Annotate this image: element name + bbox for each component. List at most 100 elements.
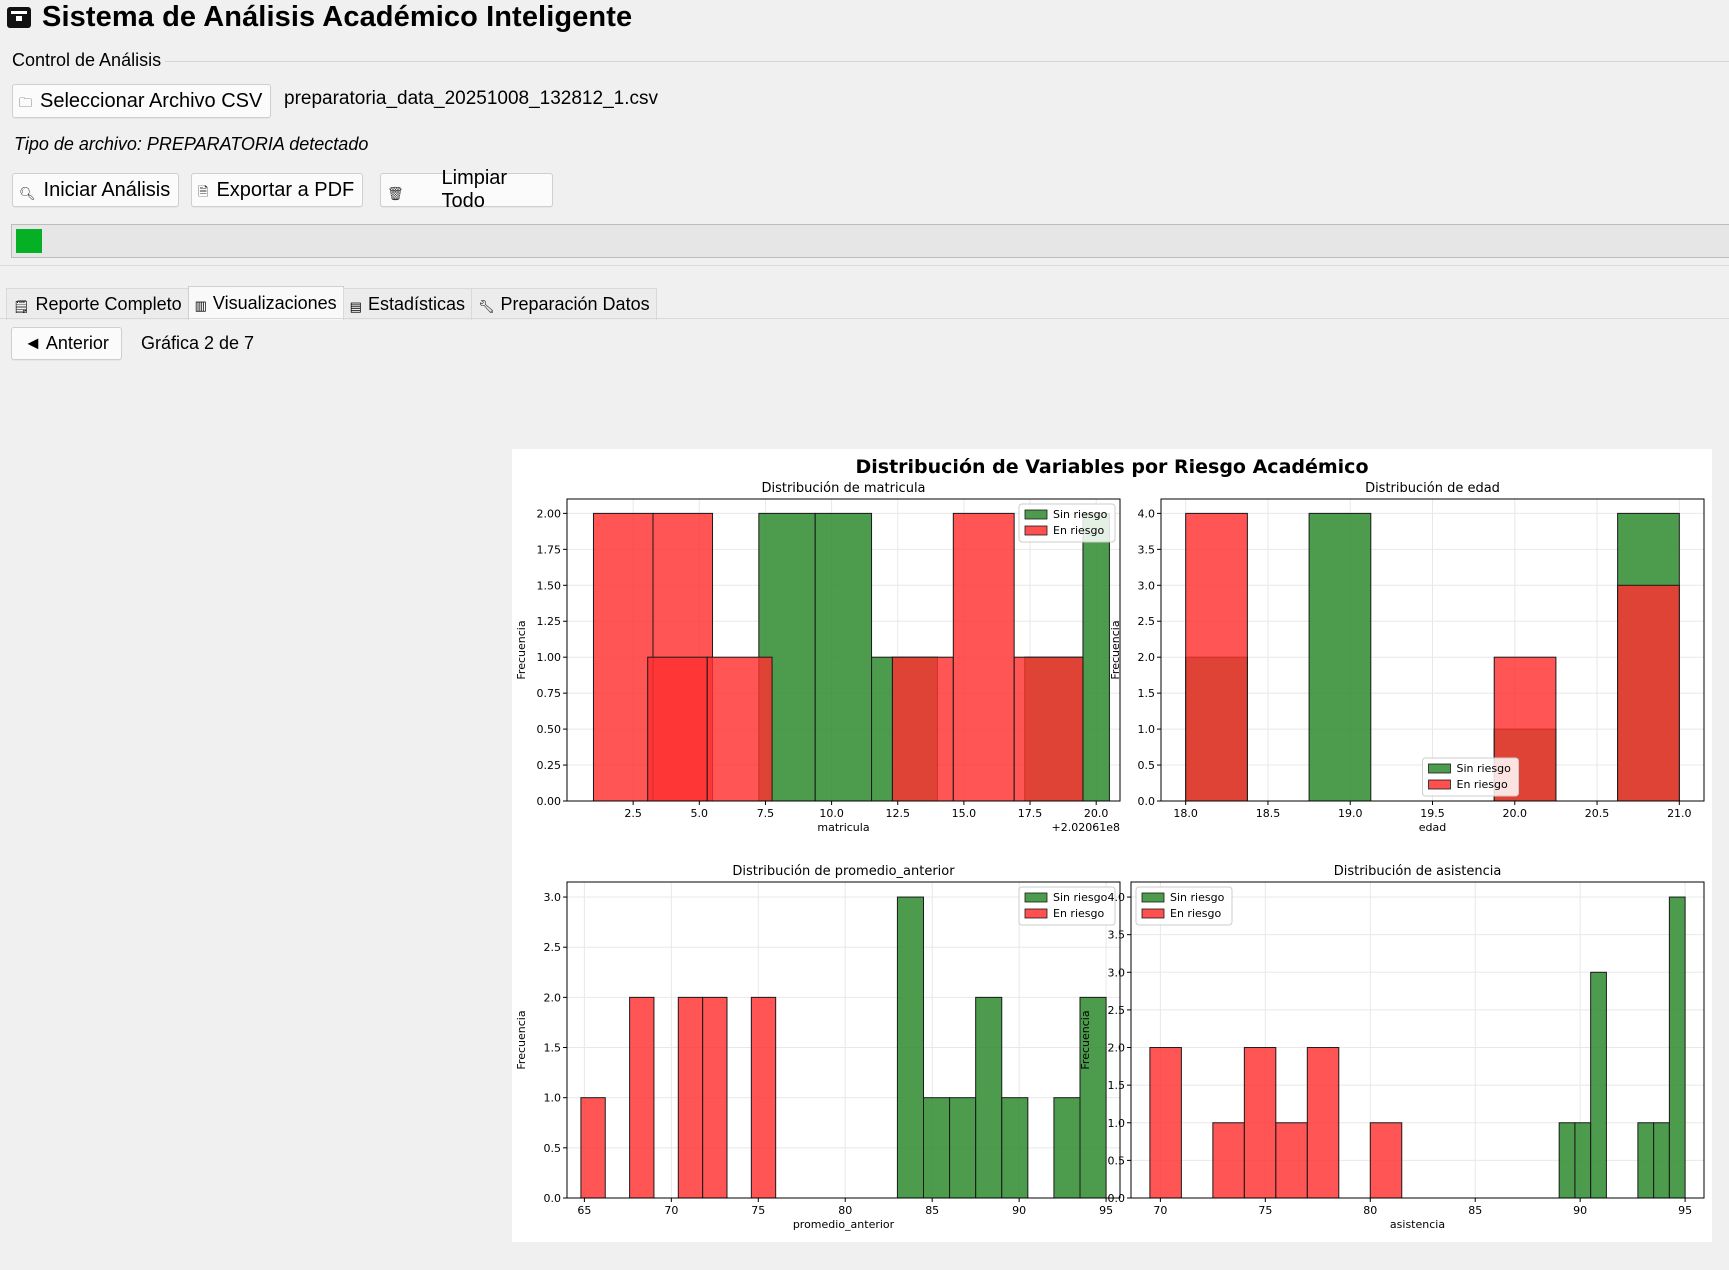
x-tick-label: 75 <box>1258 1204 1272 1217</box>
x-tick-label: 65 <box>577 1204 591 1217</box>
y-tick-label: 1.25 <box>537 615 562 628</box>
histogram-bar <box>1668 896 1686 1199</box>
export-pdf-button[interactable]: 🗎 Exportar a PDF <box>191 173 364 207</box>
subplot-title: Distribución de matricula <box>761 481 925 496</box>
histogram-bar <box>1212 1122 1245 1199</box>
x-tick-label: 90 <box>1573 1204 1587 1217</box>
y-axis-label: Frecuencia <box>515 620 528 679</box>
tab-label: Visualizaciones <box>212 293 337 313</box>
chart-page-indicator: Gráfica 2 de 7 <box>141 333 255 353</box>
x-tick-label: 2.5 <box>624 807 642 820</box>
tab-visualizaciones[interactable]: ▥ Visualizaciones <box>187 286 344 320</box>
subplot-4: 70 75 80 85 90 950.00.51.01.52.02.53.03.54.0D… <box>1079 864 1705 1231</box>
histogram-bar <box>1082 512 1110 802</box>
x-tick-label: 18.0 <box>1173 807 1198 820</box>
x-tick-label: 15.0 <box>952 807 977 820</box>
legend-swatch <box>1428 779 1451 790</box>
y-tick-label: 3.5 <box>1108 929 1126 942</box>
histogram-bar <box>1590 971 1607 1199</box>
app-box-icon <box>7 7 31 28</box>
legend-swatch <box>1141 892 1165 903</box>
y-tick-label: 3.0 <box>1138 579 1156 592</box>
tab-preparacion-datos[interactable]: 🔧︎ Preparación Datos <box>470 288 657 320</box>
histogram-bar <box>1574 1122 1592 1199</box>
start-analysis-button[interactable]: 🔍︎ Iniciar Análisis <box>12 173 180 207</box>
legend-label: Sin riesgo <box>1170 891 1225 904</box>
x-tick-label: 95 <box>1099 1204 1113 1217</box>
x-tick-label: 95 <box>1678 1204 1692 1217</box>
section-divider <box>0 265 1729 266</box>
x-tick-label: 70 <box>1153 1204 1167 1217</box>
y-tick-label: 1.50 <box>537 579 562 592</box>
histogram-bar <box>629 996 655 1199</box>
y-tick-label: 2.0 <box>1138 651 1156 664</box>
histogram-bar <box>1369 1122 1403 1199</box>
select-csv-label: Seleccionar Archivo CSV <box>40 89 263 112</box>
subplot-3: 65 70 75 80 85 90 95 0.0 0.5 1.0 1.5 2.0 2.5 3.0 Distr… <box>515 864 1121 1231</box>
x-axis-label: asistencia <box>1390 1218 1445 1231</box>
y-tick-label: 1.5 <box>544 1042 562 1055</box>
histogram-bar <box>891 656 954 802</box>
legend-label: En riesgo <box>1457 778 1508 791</box>
x-tick-label: 90 <box>1012 1204 1026 1217</box>
report-icon: 🗒︎ <box>13 298 30 314</box>
previous-chart-label: ◄ Anterior <box>24 333 109 353</box>
x-offset-label: +2.02061e8 <box>1052 821 1120 834</box>
x-tick-label: 18.5 <box>1256 807 1281 820</box>
y-tick-label: 2.0 <box>544 991 562 1004</box>
legend-swatch <box>1024 509 1048 520</box>
x-tick-label: 85 <box>925 1204 939 1217</box>
y-tick-label: 2.0 <box>1108 1042 1126 1055</box>
x-axis-label: matricula <box>817 821 869 834</box>
y-tick-label: 0.0 <box>1108 1192 1126 1205</box>
selected-file-name: preparatoria_data_20251008_132812_1.csv <box>284 88 658 109</box>
histogram-bar <box>750 996 777 1199</box>
magnifier-icon: 🔍︎ <box>19 186 36 201</box>
y-tick-label: 3.0 <box>544 891 562 904</box>
y-tick-label: 1.0 <box>544 1092 562 1105</box>
y-tick-label: 0.0 <box>544 1192 562 1205</box>
y-tick-label: 2.00 <box>537 507 562 520</box>
title-bar: Sistema de Análisis Académico Inteligent… <box>6 0 632 34</box>
x-axis-label: promedio_anterior <box>793 1218 895 1231</box>
legend: Sin riesgo En riesgo <box>1422 757 1519 797</box>
y-tick-label: 1.75 <box>537 543 562 556</box>
wrench-icon: 🔧︎ <box>477 298 495 314</box>
histogram-bar <box>1558 1122 1576 1199</box>
tab-bar: 🗒︎ Reporte Completo ▥ Visualizaciones ▤ … <box>6 286 657 320</box>
histogram-bar <box>706 656 773 802</box>
histogram-bar <box>1637 1122 1655 1199</box>
detected-file-type: Tipo de archivo: PREPARATORIA detectado <box>14 134 369 154</box>
subplot-title: Distribución de edad <box>1365 481 1500 496</box>
histogram-bar <box>1308 512 1372 802</box>
clear-all-button[interactable]: 🗑︎ Limpiar Todo <box>380 167 553 212</box>
histogram-bar <box>580 1097 606 1199</box>
legend: Sin riesgo En riesgo <box>1018 503 1116 543</box>
x-tick-label: 70 <box>664 1204 678 1217</box>
tab-label: Reporte Completo <box>35 294 182 314</box>
x-tick-label: 12.5 <box>885 807 910 820</box>
histogram-bar <box>975 996 1003 1199</box>
y-axis-label: Frecuencia <box>1079 1010 1092 1069</box>
histogram-bar <box>592 512 654 802</box>
y-tick-label: 4.0 <box>1108 891 1126 904</box>
legend: Sin riesgo En riesgo <box>1018 886 1116 926</box>
subplot-2: 18.0 18.5 19.0 19.5 20.0 20.5 21.0 0.0 0.5 1.0 1.5… <box>1109 481 1705 834</box>
x-tick-label: 20.5 <box>1585 807 1610 820</box>
histogram-bar <box>1013 656 1084 802</box>
y-tick-label: 2.5 <box>1138 615 1156 628</box>
select-csv-button[interactable]: 🗀 Seleccionar Archivo CSV <box>12 84 272 118</box>
app-title: Sistema de Análisis Académico Inteligent… <box>42 0 633 33</box>
histogram-bar <box>814 512 873 802</box>
histogram-bar <box>1243 1047 1277 1199</box>
subplot-1: 2.5 5.0 7.5 10.0 12.5 15.0 17.5 20.0 0.00 0.25 0.5… <box>515 481 1121 834</box>
histogram-bar <box>949 1097 977 1199</box>
legend-label: En riesgo <box>1053 907 1104 920</box>
legend-label: En riesgo <box>1053 524 1104 537</box>
legend-label: En riesgo <box>1170 907 1221 920</box>
tab-reporte-completo[interactable]: 🗒︎ Reporte Completo <box>6 288 189 320</box>
tab-estadisticas[interactable]: ▤ Estadísticas <box>342 288 472 320</box>
histogram-bar <box>1617 584 1680 802</box>
legend-label: Sin riesgo <box>1053 508 1108 521</box>
previous-chart-button[interactable]: ◄ Anterior <box>11 327 122 360</box>
